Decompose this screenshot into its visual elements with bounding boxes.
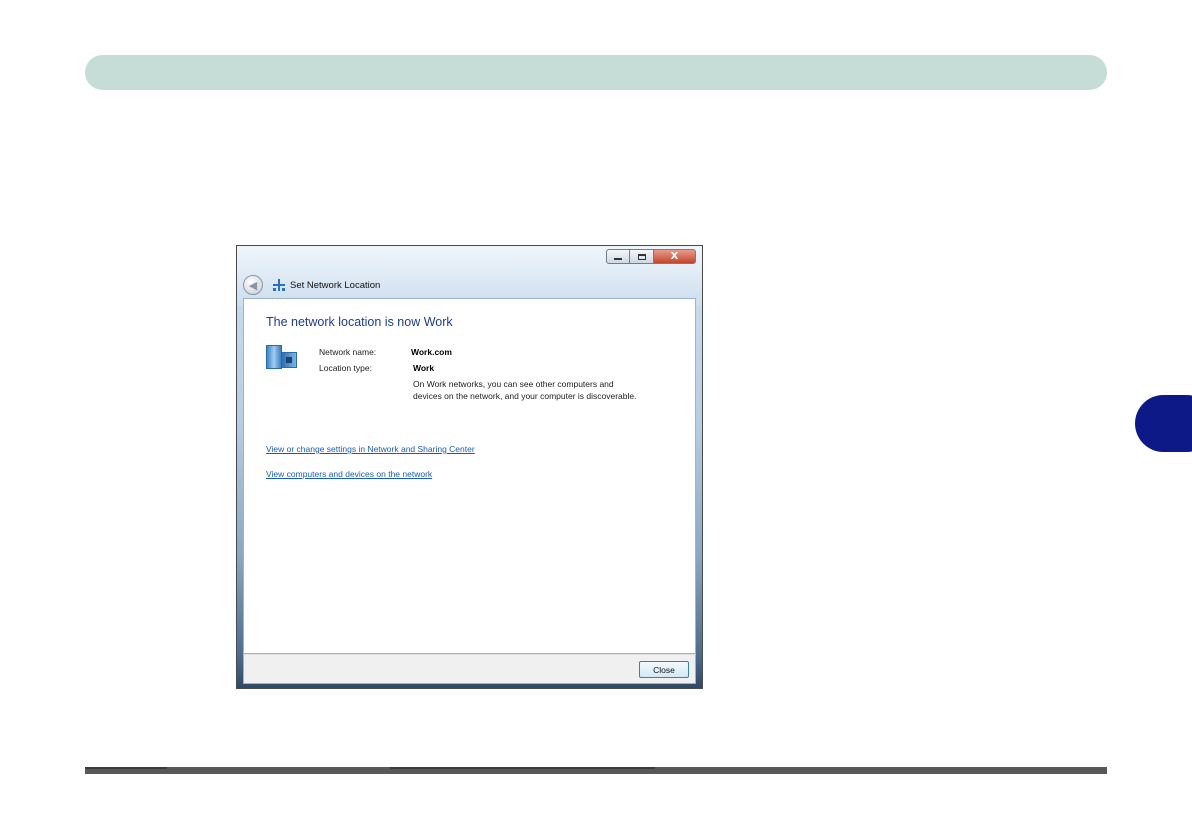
location-description: On Work networks, you can see other comp… xyxy=(413,379,637,401)
chapter-tab-marker xyxy=(1135,395,1192,452)
footer-rule-segment xyxy=(390,767,655,769)
back-arrow-icon: ◀ xyxy=(248,278,258,292)
footer-rule-segment xyxy=(85,767,167,769)
minimize-button[interactable] xyxy=(606,249,630,264)
work-network-building-icon xyxy=(266,345,300,371)
view-network-devices-link[interactable]: View computers and devices on the networ… xyxy=(266,469,432,479)
close-icon: X xyxy=(670,251,679,262)
page-header-bar xyxy=(85,55,1107,90)
wizard-title: Set Network Location xyxy=(290,279,381,291)
wizard-nav-row: ◀ Set Network Location xyxy=(243,273,380,297)
maximize-icon xyxy=(637,253,646,260)
wizard-content-pane: The network location is now Work Network… xyxy=(243,298,696,654)
maximize-button[interactable] xyxy=(630,249,654,264)
network-name-label: Network name: xyxy=(319,347,377,357)
minimize-icon xyxy=(614,258,622,260)
page-footer-rule xyxy=(85,767,1107,774)
network-icon xyxy=(273,279,285,291)
network-sharing-center-link[interactable]: View or change settings in Network and S… xyxy=(266,444,475,454)
window-close-button[interactable]: X xyxy=(654,249,696,264)
location-type-label: Location type: xyxy=(319,363,372,373)
dialog-footer: Close xyxy=(243,654,696,684)
page-title: The network location is now Work xyxy=(266,315,453,329)
location-type-value: Work xyxy=(413,363,435,373)
set-network-location-window: X ◀ Set Network Location The network loc… xyxy=(236,245,703,689)
window-controls: X xyxy=(606,249,696,264)
network-name-value: Work.com xyxy=(411,347,452,357)
back-button[interactable]: ◀ xyxy=(243,275,263,295)
close-button[interactable]: Close xyxy=(639,661,689,678)
